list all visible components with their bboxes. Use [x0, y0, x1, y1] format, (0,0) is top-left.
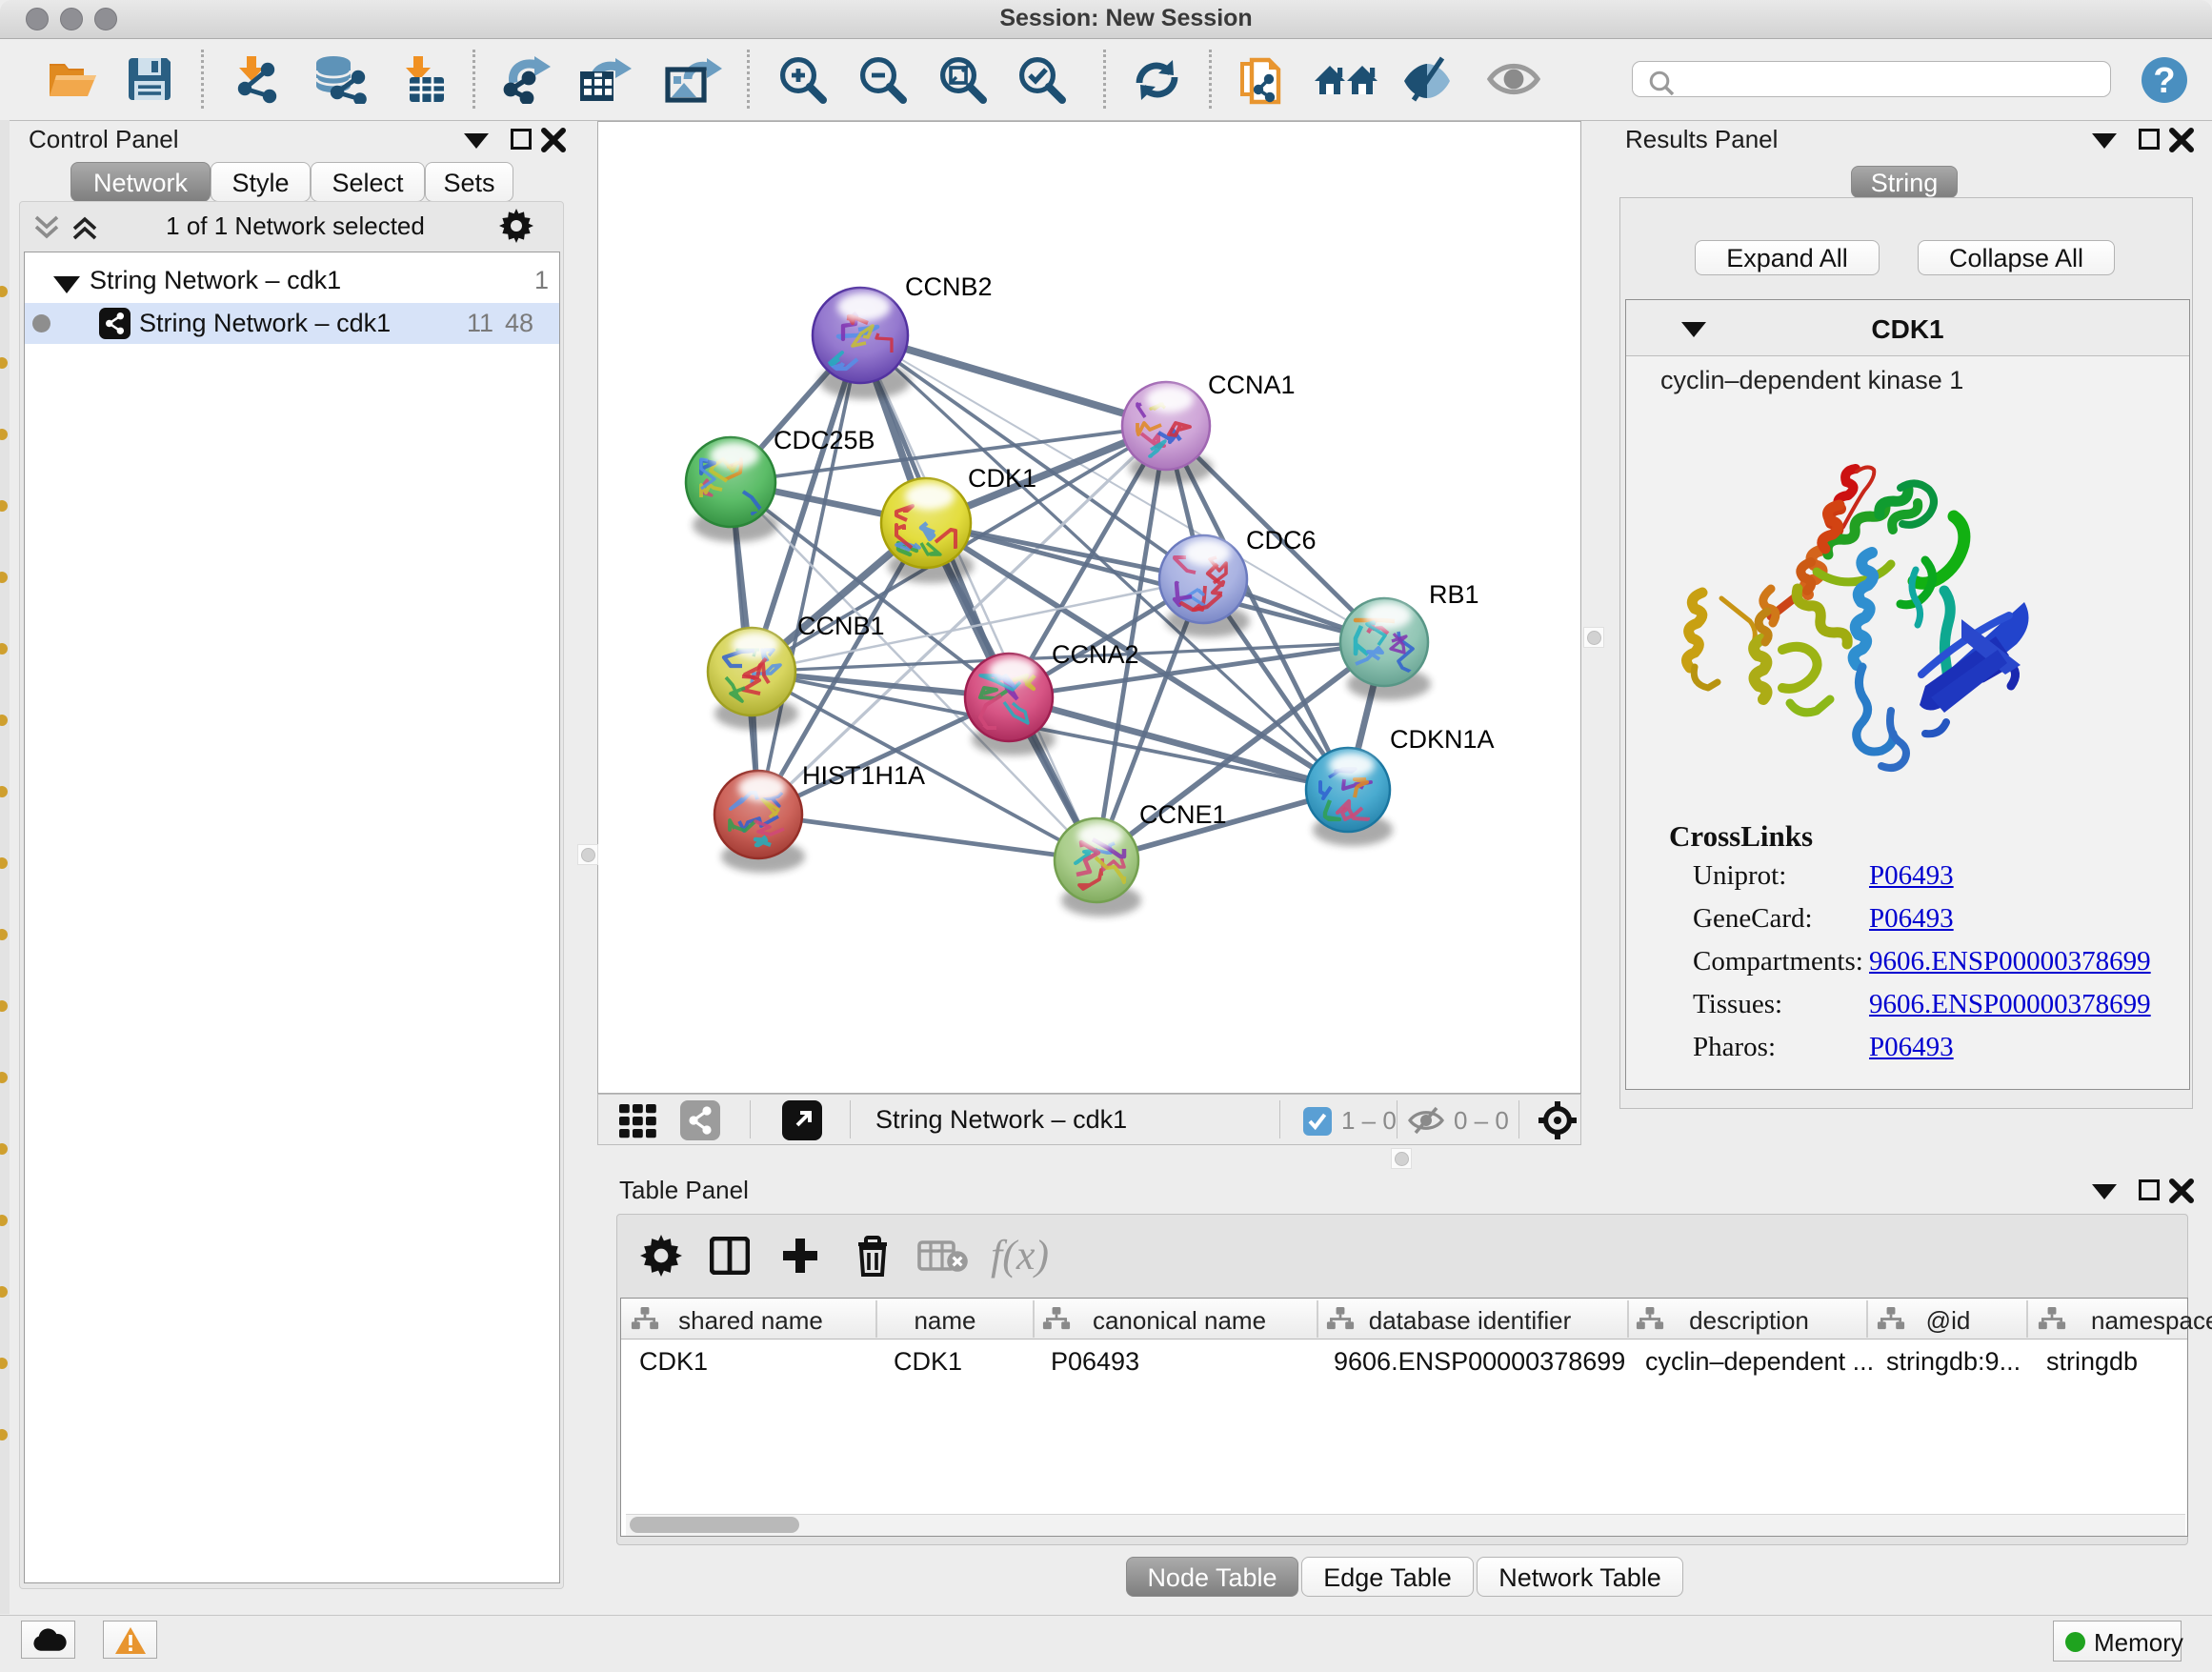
- svg-text:CCNE1: CCNE1: [1139, 800, 1227, 829]
- svg-text:HIST1H1A: HIST1H1A: [802, 761, 925, 790]
- svg-text:?: ?: [2153, 61, 2175, 101]
- svg-text:CCNA1: CCNA1: [1208, 371, 1296, 399]
- svg-text:CDC6: CDC6: [1246, 526, 1317, 554]
- svg-text:RB1: RB1: [1429, 580, 1479, 609]
- svg-text:CCNA2: CCNA2: [1052, 640, 1139, 669]
- svg-text:CDKN1A: CDKN1A: [1390, 725, 1495, 754]
- svg-text:CCNB1: CCNB1: [797, 612, 885, 640]
- svg-text:CDC25B: CDC25B: [774, 426, 875, 454]
- svg-text:CDK1: CDK1: [968, 464, 1036, 493]
- svg-text:CCNB2: CCNB2: [905, 272, 993, 301]
